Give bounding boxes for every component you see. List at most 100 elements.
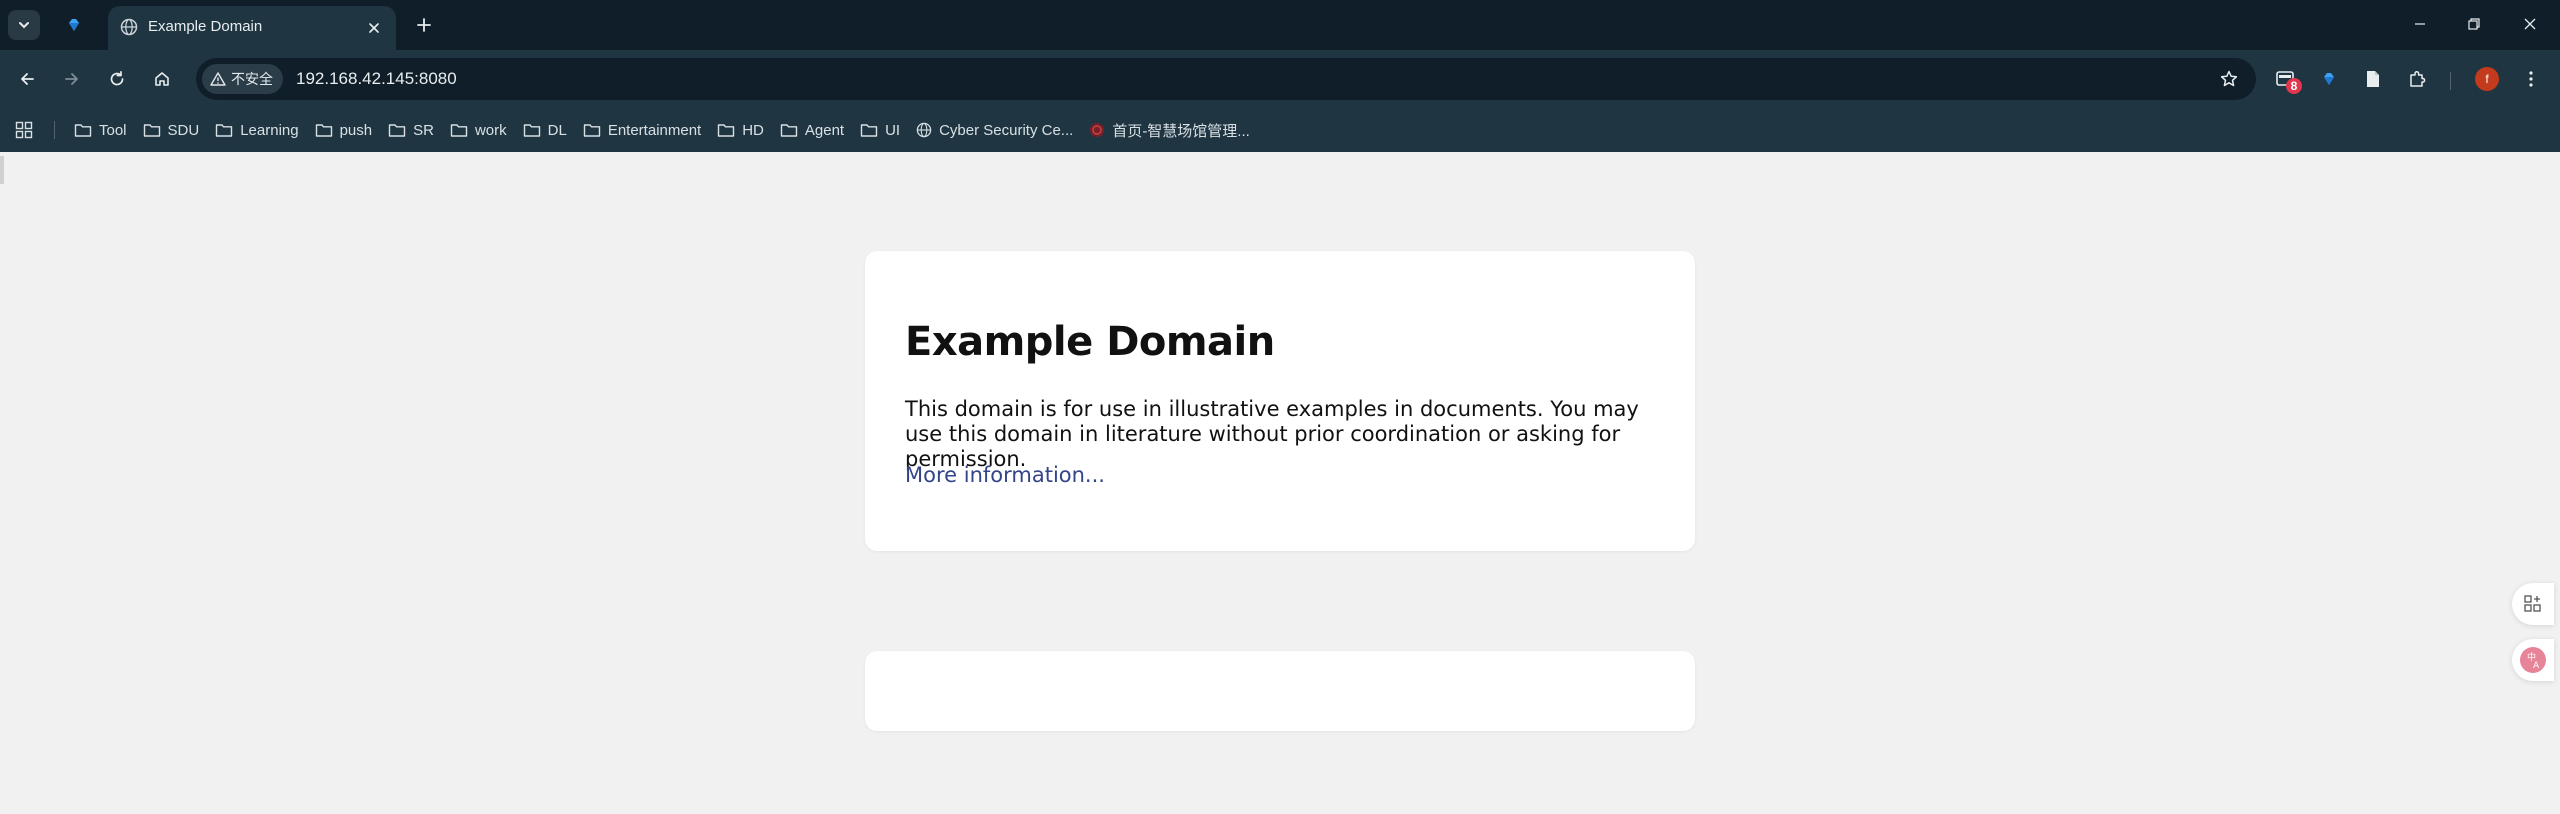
folder-icon xyxy=(717,122,735,138)
home-icon xyxy=(155,72,169,86)
bookmark-label: SR xyxy=(413,121,434,139)
bookmark-label: HD xyxy=(742,121,764,139)
bookmark-label: Tool xyxy=(99,121,127,139)
bookmark-item[interactable]: UI xyxy=(852,114,908,146)
bookmark-item[interactable]: Entertainment xyxy=(575,114,709,146)
bookmark-label: Entertainment xyxy=(607,121,702,139)
close-icon xyxy=(2524,18,2536,30)
bookmarks-separator xyxy=(54,121,55,139)
menu-button[interactable] xyxy=(2514,62,2548,96)
folder-icon xyxy=(215,122,233,138)
avatar: f xyxy=(2475,67,2499,91)
gem-icon xyxy=(69,19,79,31)
folder-icon xyxy=(315,122,333,138)
window-close-button[interactable] xyxy=(2508,6,2552,42)
minimize-button[interactable] xyxy=(2398,6,2442,42)
warning-icon xyxy=(210,72,226,86)
empty-card xyxy=(865,651,1695,731)
restore-button[interactable] xyxy=(2452,6,2496,42)
bookmark-item[interactable]: 首页-智慧场馆管理... xyxy=(1081,114,1258,146)
bookmark-item[interactable]: push xyxy=(307,114,381,146)
bookmark-label: DL xyxy=(547,121,567,139)
translate-icon: 中 A xyxy=(2520,647,2546,673)
apps-grid-icon xyxy=(15,121,33,139)
tab-title: Example Domain xyxy=(148,18,263,35)
document-icon xyxy=(2367,71,2379,87)
toolbar-divider xyxy=(2450,72,2451,90)
floating-add-app-button[interactable] xyxy=(2512,583,2554,625)
restore-icon xyxy=(2468,18,2480,30)
new-tab-button[interactable] xyxy=(408,10,440,40)
bookmark-label: Agent xyxy=(804,121,845,139)
pinned-tab[interactable] xyxy=(56,10,92,40)
kebab-menu-icon xyxy=(2529,71,2533,87)
folder-icon xyxy=(74,122,92,138)
folder-icon xyxy=(780,122,798,138)
arrow-left-icon xyxy=(21,73,34,85)
bookmark-item[interactable]: Agent xyxy=(772,114,852,146)
page-edge-marker xyxy=(0,156,4,184)
gem-extension-button[interactable] xyxy=(2312,62,2346,96)
plus-icon xyxy=(417,18,431,32)
folder-icon xyxy=(860,122,878,138)
arrow-right-icon xyxy=(65,73,78,85)
bookmark-item[interactable]: SR xyxy=(380,114,442,146)
folder-icon xyxy=(450,122,468,138)
tab-strip: Example Domain xyxy=(0,0,2560,50)
bookmark-item[interactable]: DL xyxy=(515,114,575,146)
bookmark-label: Cyber Security Ce... xyxy=(939,121,1074,139)
more-information-link[interactable]: More information... xyxy=(905,463,1105,487)
address-bar[interactable]: 不安全 192.168.42.145:8080 xyxy=(196,58,2256,100)
bookmark-label: SDU xyxy=(167,121,200,139)
folder-icon xyxy=(143,122,161,138)
bookmark-label: push xyxy=(339,121,373,139)
extension-button[interactable]: 8 xyxy=(2268,62,2302,96)
folder-icon xyxy=(523,122,541,138)
chevron-down-icon xyxy=(19,22,29,29)
site-logo-icon xyxy=(1089,122,1105,138)
forward-button[interactable] xyxy=(55,62,89,96)
bookmark-item[interactable]: Tool xyxy=(66,114,135,146)
globe-icon xyxy=(916,122,932,138)
tab-search-button[interactable] xyxy=(8,10,40,40)
back-button[interactable] xyxy=(10,62,44,96)
reload-button[interactable] xyxy=(100,62,134,96)
folder-icon xyxy=(388,122,406,138)
page-title: Example Domain xyxy=(905,319,1275,365)
bookmark-item[interactable]: HD xyxy=(709,114,772,146)
security-label: 不安全 xyxy=(231,71,273,87)
bookmark-item[interactable]: Learning xyxy=(207,114,306,146)
folder-icon xyxy=(583,122,601,138)
home-button[interactable] xyxy=(145,62,179,96)
star-icon xyxy=(2220,70,2238,87)
document-extension-button[interactable] xyxy=(2356,62,2390,96)
svg-text:A: A xyxy=(2533,661,2540,671)
profile-button[interactable]: f xyxy=(2470,62,2504,96)
minimize-icon xyxy=(2415,23,2425,25)
bookmark-label: Learning xyxy=(240,121,299,139)
bookmarks-list: Tool SDU Learning push SR work DL Entertainment… xyxy=(66,108,1258,152)
extensions-menu-button[interactable] xyxy=(2400,62,2434,96)
globe-icon xyxy=(120,18,138,40)
bookmarks-bar: Tool SDU Learning push SR work DL Entertainment… xyxy=(0,108,2560,152)
bookmark-item[interactable]: work xyxy=(442,114,515,146)
security-indicator[interactable]: 不安全 xyxy=(202,64,283,94)
bookmark-label: work xyxy=(474,121,507,139)
add-grid-icon xyxy=(2524,595,2541,612)
bookmark-label: 首页-智慧场馆管理... xyxy=(1112,122,1250,140)
active-tab[interactable]: Example Domain xyxy=(108,6,396,50)
reload-icon xyxy=(110,70,124,86)
bookmark-star-button[interactable] xyxy=(2216,66,2242,92)
close-icon[interactable] xyxy=(362,16,386,40)
apps-button[interactable] xyxy=(12,118,36,142)
puzzle-icon xyxy=(2410,70,2426,87)
url-text[interactable]: 192.168.42.145:8080 xyxy=(296,69,457,89)
page-description: This domain is for use in illustrative e… xyxy=(905,397,1639,471)
toolbar: 不安全 192.168.42.145:8080 8 f xyxy=(0,50,2560,108)
bookmark-label: UI xyxy=(885,121,901,139)
bookmark-item[interactable]: SDU xyxy=(135,114,208,146)
bookmark-item[interactable]: Cyber Security Ce... xyxy=(908,114,1081,146)
extension-badge: 8 xyxy=(2286,78,2302,94)
page-viewport: Example Domain This domain is for use in… xyxy=(0,152,2560,814)
floating-translate-button[interactable]: 中 A xyxy=(2512,639,2554,681)
